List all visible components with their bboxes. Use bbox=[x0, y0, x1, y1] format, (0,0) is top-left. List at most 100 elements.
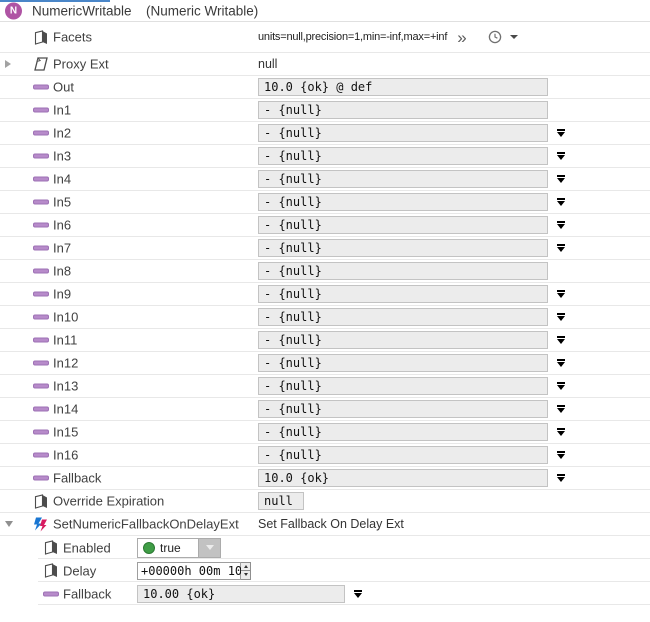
row-in13[interactable]: In13 - {null} bbox=[0, 375, 650, 398]
expander-icon[interactable] bbox=[5, 60, 11, 68]
dropdown-arrow-icon[interactable] bbox=[556, 152, 566, 160]
boolean-combo[interactable]: true bbox=[137, 538, 221, 558]
dropdown-arrow-icon[interactable] bbox=[556, 336, 566, 344]
value-field[interactable]: 10.0 {ok} @ def bbox=[258, 78, 548, 96]
dropdown-arrow-icon[interactable] bbox=[556, 359, 566, 367]
dropdown-arrow-icon[interactable] bbox=[556, 129, 566, 137]
dropdown-arrow-icon[interactable] bbox=[556, 313, 566, 321]
value-field[interactable]: - {null} bbox=[258, 147, 548, 165]
row-in12[interactable]: In12 - {null} bbox=[0, 352, 650, 375]
proxy-page-icon bbox=[33, 57, 49, 72]
dropdown-arrow-icon[interactable] bbox=[556, 244, 566, 252]
row-ext-fallback[interactable]: Fallback 10.00 {ok} bbox=[0, 582, 650, 605]
value-field[interactable]: - {null} bbox=[258, 124, 548, 142]
value-field[interactable]: - {null} bbox=[258, 308, 548, 326]
chevron-double-right-icon[interactable]: » bbox=[457, 29, 466, 46]
value-field[interactable]: - {null} bbox=[258, 193, 548, 211]
value-field[interactable]: - {null} bbox=[258, 423, 548, 441]
row-out[interactable]: Out 10.0 {ok} @ def bbox=[0, 76, 650, 99]
dropdown-arrow-icon[interactable] bbox=[556, 382, 566, 390]
property-label: In5 bbox=[53, 195, 71, 210]
row-in14[interactable]: In14 - {null} bbox=[0, 398, 650, 421]
row-in7[interactable]: In7 - {null} bbox=[0, 237, 650, 260]
spinner-buttons[interactable] bbox=[241, 562, 251, 580]
value-field[interactable]: - {null} bbox=[258, 400, 548, 418]
row-icon bbox=[32, 56, 49, 73]
row-in3[interactable]: In3 - {null} bbox=[0, 145, 650, 168]
slot-icon bbox=[33, 246, 49, 251]
dropdown-arrow-icon[interactable] bbox=[556, 175, 566, 183]
row-icon bbox=[32, 79, 49, 96]
row-proxy-ext[interactable]: Proxy Ext null bbox=[0, 53, 650, 76]
row-delay[interactable]: Delay +00000h 00m 10s bbox=[0, 559, 650, 582]
row-icon bbox=[32, 217, 49, 234]
dropdown-arrow-icon[interactable] bbox=[556, 428, 566, 436]
value-field[interactable]: 10.00 {ok} bbox=[137, 585, 345, 603]
property-value: true bbox=[137, 536, 650, 559]
dropdown-arrow-icon[interactable] bbox=[556, 451, 566, 459]
component-header-row[interactable]: N NumericWritable (Numeric Writable) bbox=[0, 0, 650, 22]
row-in8[interactable]: In8 - {null} bbox=[0, 260, 650, 283]
row-in9[interactable]: In9 - {null} bbox=[0, 283, 650, 306]
value-text: - {null} bbox=[264, 287, 322, 301]
value-field[interactable]: - {null} bbox=[258, 285, 548, 303]
value-field[interactable]: - {null} bbox=[258, 354, 548, 372]
clock-icon[interactable] bbox=[487, 29, 503, 45]
slot-icon bbox=[33, 292, 49, 297]
row-in6[interactable]: In6 - {null} bbox=[0, 214, 650, 237]
value-field[interactable]: - {null} bbox=[258, 446, 548, 464]
combo-dropdown-button[interactable] bbox=[198, 539, 220, 557]
value-field[interactable]: - {null} bbox=[258, 170, 548, 188]
row-icon bbox=[32, 240, 49, 257]
dropdown-arrow-icon[interactable] bbox=[556, 405, 566, 413]
property-value: - {null} bbox=[258, 122, 650, 144]
book-icon bbox=[43, 540, 58, 556]
dropdown-arrow-icon[interactable] bbox=[556, 198, 566, 206]
slot-icon bbox=[33, 361, 49, 366]
row-override-expiration[interactable]: Override Expiration null bbox=[0, 490, 650, 513]
value-field[interactable]: - {null} bbox=[258, 216, 548, 234]
slot-icon bbox=[33, 430, 49, 435]
value-field[interactable]: - {null} bbox=[258, 239, 548, 257]
expander-icon[interactable] bbox=[5, 521, 13, 527]
row-fallback[interactable]: Fallback 10.0 {ok} bbox=[0, 467, 650, 490]
caret-down-icon[interactable] bbox=[510, 35, 518, 39]
property-value: - {null} bbox=[258, 214, 650, 236]
row-in4[interactable]: In4 - {null} bbox=[0, 168, 650, 191]
value-text: - {null} bbox=[264, 402, 322, 416]
value-field[interactable]: 10.0 {ok} bbox=[258, 469, 548, 487]
dropdown-arrow-icon[interactable] bbox=[353, 590, 363, 598]
property-value: - {null} bbox=[258, 191, 650, 213]
row-in1[interactable]: In1 - {null} bbox=[0, 99, 650, 122]
value-field[interactable]: - {null} bbox=[258, 331, 548, 349]
row-in10[interactable]: In10 - {null} bbox=[0, 306, 650, 329]
spin-down-icon[interactable] bbox=[241, 571, 251, 580]
value-field[interactable]: - {null} bbox=[258, 262, 548, 280]
row-icon bbox=[32, 424, 49, 441]
row-in16[interactable]: In16 - {null} bbox=[0, 444, 650, 467]
caret-down-icon bbox=[206, 545, 214, 550]
row-in15[interactable]: In15 - {null} bbox=[0, 421, 650, 444]
property-value: null bbox=[258, 53, 650, 75]
row-in5[interactable]: In5 - {null} bbox=[0, 191, 650, 214]
dropdown-arrow-icon[interactable] bbox=[556, 221, 566, 229]
spin-up-icon[interactable] bbox=[241, 562, 251, 572]
row-in11[interactable]: In11 - {null} bbox=[0, 329, 650, 352]
value-field[interactable]: - {null} bbox=[258, 377, 548, 395]
row-ext-header[interactable]: SetNumericFallbackOnDelayExt Set Fallbac… bbox=[0, 513, 650, 536]
dropdown-arrow-icon[interactable] bbox=[556, 474, 566, 482]
property-value: units=null,precision=1,min=-inf,max=+inf… bbox=[258, 22, 650, 52]
row-in2[interactable]: In2 - {null} bbox=[0, 122, 650, 145]
slot-icon bbox=[33, 177, 49, 182]
slot-icon bbox=[33, 453, 49, 458]
property-value: null bbox=[258, 490, 650, 512]
value-field[interactable]: null bbox=[258, 492, 304, 510]
duration-field[interactable]: +00000h 00m 10s bbox=[137, 562, 241, 580]
dropdown-arrow-icon[interactable] bbox=[556, 290, 566, 298]
row-enabled[interactable]: Enabled true bbox=[0, 536, 650, 559]
property-value: Set Fallback On Delay Ext bbox=[258, 513, 650, 535]
property-label: In2 bbox=[53, 126, 71, 141]
value-field[interactable]: - {null} bbox=[258, 101, 548, 119]
slot-icon bbox=[43, 591, 59, 596]
row-facets[interactable]: Facets units=null,precision=1,min=-inf,m… bbox=[0, 22, 650, 53]
